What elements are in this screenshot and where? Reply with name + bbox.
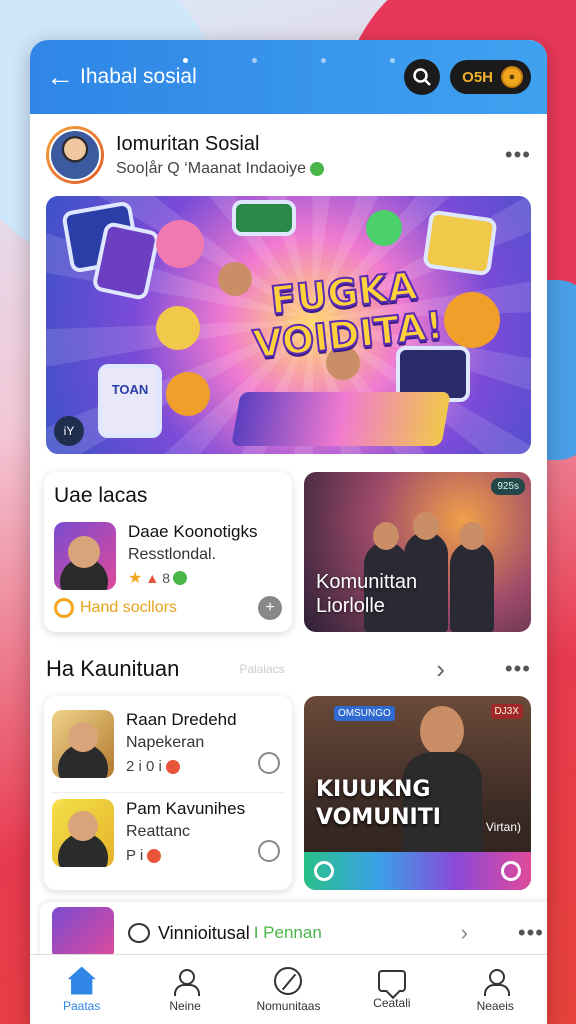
- item-thumbnail: [52, 710, 114, 778]
- nav-label: Neine: [169, 998, 201, 1013]
- nav-item-account[interactable]: Neaeis: [445, 967, 545, 1013]
- compass-icon: [274, 966, 303, 995]
- list-item[interactable]: Raan Dredehd Napekeran 2 i 0 i: [52, 704, 284, 792]
- community-label-line1: Komunittan: [316, 571, 418, 593]
- section-hint: Palalacs: [239, 662, 285, 676]
- feature-tag: OMSUNGO: [334, 706, 395, 721]
- hero-banner[interactable]: TOAN FUGKA VOIDITA! iY: [46, 196, 531, 454]
- item-meta: P i: [126, 847, 144, 864]
- user-icon: [171, 967, 201, 996]
- more-options-icon[interactable]: •••: [505, 142, 531, 168]
- more-options-icon[interactable]: •••: [518, 920, 544, 946]
- search-button[interactable]: [404, 59, 441, 95]
- item-title: Daae Koonotigks: [128, 522, 258, 541]
- profile-name: Iomuritan Sosial: [116, 132, 260, 155]
- item-title: Pam Kavunihes: [126, 799, 246, 818]
- chat-icon: [377, 969, 406, 992]
- top-bar: ← Ihabal sosial O5H ●: [30, 40, 547, 114]
- feature-tag: DJ3X: [490, 704, 523, 719]
- profile-subtitle: Soo|år Q ‘Maanat Indaoiye: [116, 159, 307, 177]
- coin-balance[interactable]: O5H ●: [450, 60, 531, 94]
- more-options-icon[interactable]: •••: [505, 656, 531, 682]
- ideas-card-title: Uae lacas: [54, 484, 148, 507]
- section-header: Ha Kaunituan Palalacs › •••: [46, 654, 531, 684]
- tablet-label: TOAN: [98, 364, 162, 438]
- section-title: Ha Kaunituan: [46, 656, 180, 681]
- nav-label: Paatas: [63, 998, 101, 1013]
- item-meta: 2 i 0 i: [126, 758, 162, 775]
- verified-icon: [310, 161, 325, 176]
- bottom-card-title: Vinnioitusal: [158, 922, 250, 943]
- item-meta: 8: [162, 570, 170, 586]
- nav-item-home[interactable]: Paatas: [32, 966, 132, 1013]
- chevron-right-icon[interactable]: ›: [436, 654, 445, 685]
- feature-title-line2: VOMUNITI: [316, 805, 441, 830]
- fire-icon: ▲: [145, 570, 160, 586]
- community-card[interactable]: 925s Komunittan Liorlolle: [304, 472, 531, 632]
- item-action-button[interactable]: [258, 840, 280, 862]
- nav-label: Nomunitaas: [256, 998, 321, 1013]
- share-icon[interactable]: [501, 861, 521, 881]
- feature-title-line1: KIUUKNG: [316, 777, 431, 802]
- nav-item-communities[interactable]: Nomunitaas: [238, 966, 338, 1013]
- status-dot-icon: [165, 759, 180, 774]
- community-tag: 925s: [491, 478, 525, 495]
- feature-caption: Virtan): [485, 820, 521, 834]
- status-dot-icon: [173, 571, 187, 585]
- nav-item-chat[interactable]: Ceatali: [342, 969, 442, 1010]
- community-label-line2: Liorlolle: [316, 595, 385, 617]
- chat-bubble-icon: [128, 923, 150, 943]
- status-dot-icon: [147, 848, 162, 863]
- home-icon: [67, 966, 96, 995]
- item-subtitle: Resstlondal.: [128, 546, 217, 563]
- chevron-right-icon[interactable]: ›: [461, 920, 468, 946]
- page-title: Ihabal sosial: [80, 65, 197, 88]
- page-indicator: [30, 58, 547, 63]
- play-icon[interactable]: [314, 861, 334, 881]
- item-title: Raan Dredehd: [126, 710, 237, 729]
- coin-count: O5H: [462, 68, 493, 86]
- ideas-footer-link[interactable]: Hand socllors: [80, 599, 258, 617]
- app-window: ← Ihabal sosial O5H ● Iomuritan Sosial S…: [30, 40, 547, 1024]
- bottom-card-subtitle: I Pennan: [253, 923, 322, 942]
- list-item[interactable]: Daae Koonotigks Resstlondal. ★ ▲ 8: [54, 522, 282, 590]
- coin-icon: ●: [501, 66, 523, 88]
- nav-label: Neaeis: [476, 998, 514, 1013]
- star-icon: ★: [128, 570, 143, 587]
- add-button[interactable]: +: [258, 596, 282, 620]
- profile-header: Iomuritan Sosial Soo|år Q ‘Maanat Indaoi…: [30, 114, 547, 196]
- back-arrow-icon[interactable]: ←: [46, 61, 80, 93]
- bottom-navigation: Paatas Neine Nomunitaas Ceatali Neaeis: [30, 954, 547, 1024]
- search-icon: [413, 68, 432, 86]
- item-thumbnail: [52, 799, 114, 867]
- person-icon: [481, 967, 511, 996]
- item-subtitle: Napekeran: [126, 734, 205, 751]
- nav-item-profile[interactable]: Neine: [135, 967, 235, 1013]
- featured-community-card[interactable]: OMSUNGO DJ3X KIUUKNG VOMUNITI Virtan): [304, 696, 531, 890]
- item-thumbnail: [54, 522, 116, 590]
- search-tag-icon: [54, 598, 74, 618]
- list-item[interactable]: Pam Kavunihes Reattanc P i: [52, 792, 284, 880]
- ideas-card[interactable]: Uae lacas Daae Koonotigks Resstlondal. ★…: [44, 472, 292, 632]
- feature-strip: [304, 852, 531, 890]
- community-list: Raan Dredehd Napekeran 2 i 0 i Pam Kavun…: [44, 696, 292, 890]
- banner-badge[interactable]: iY: [54, 416, 84, 446]
- item-thumbnail: [52, 907, 114, 959]
- item-subtitle: Reattanc: [126, 823, 191, 840]
- item-action-button[interactable]: [258, 752, 280, 774]
- avatar[interactable]: [46, 126, 104, 184]
